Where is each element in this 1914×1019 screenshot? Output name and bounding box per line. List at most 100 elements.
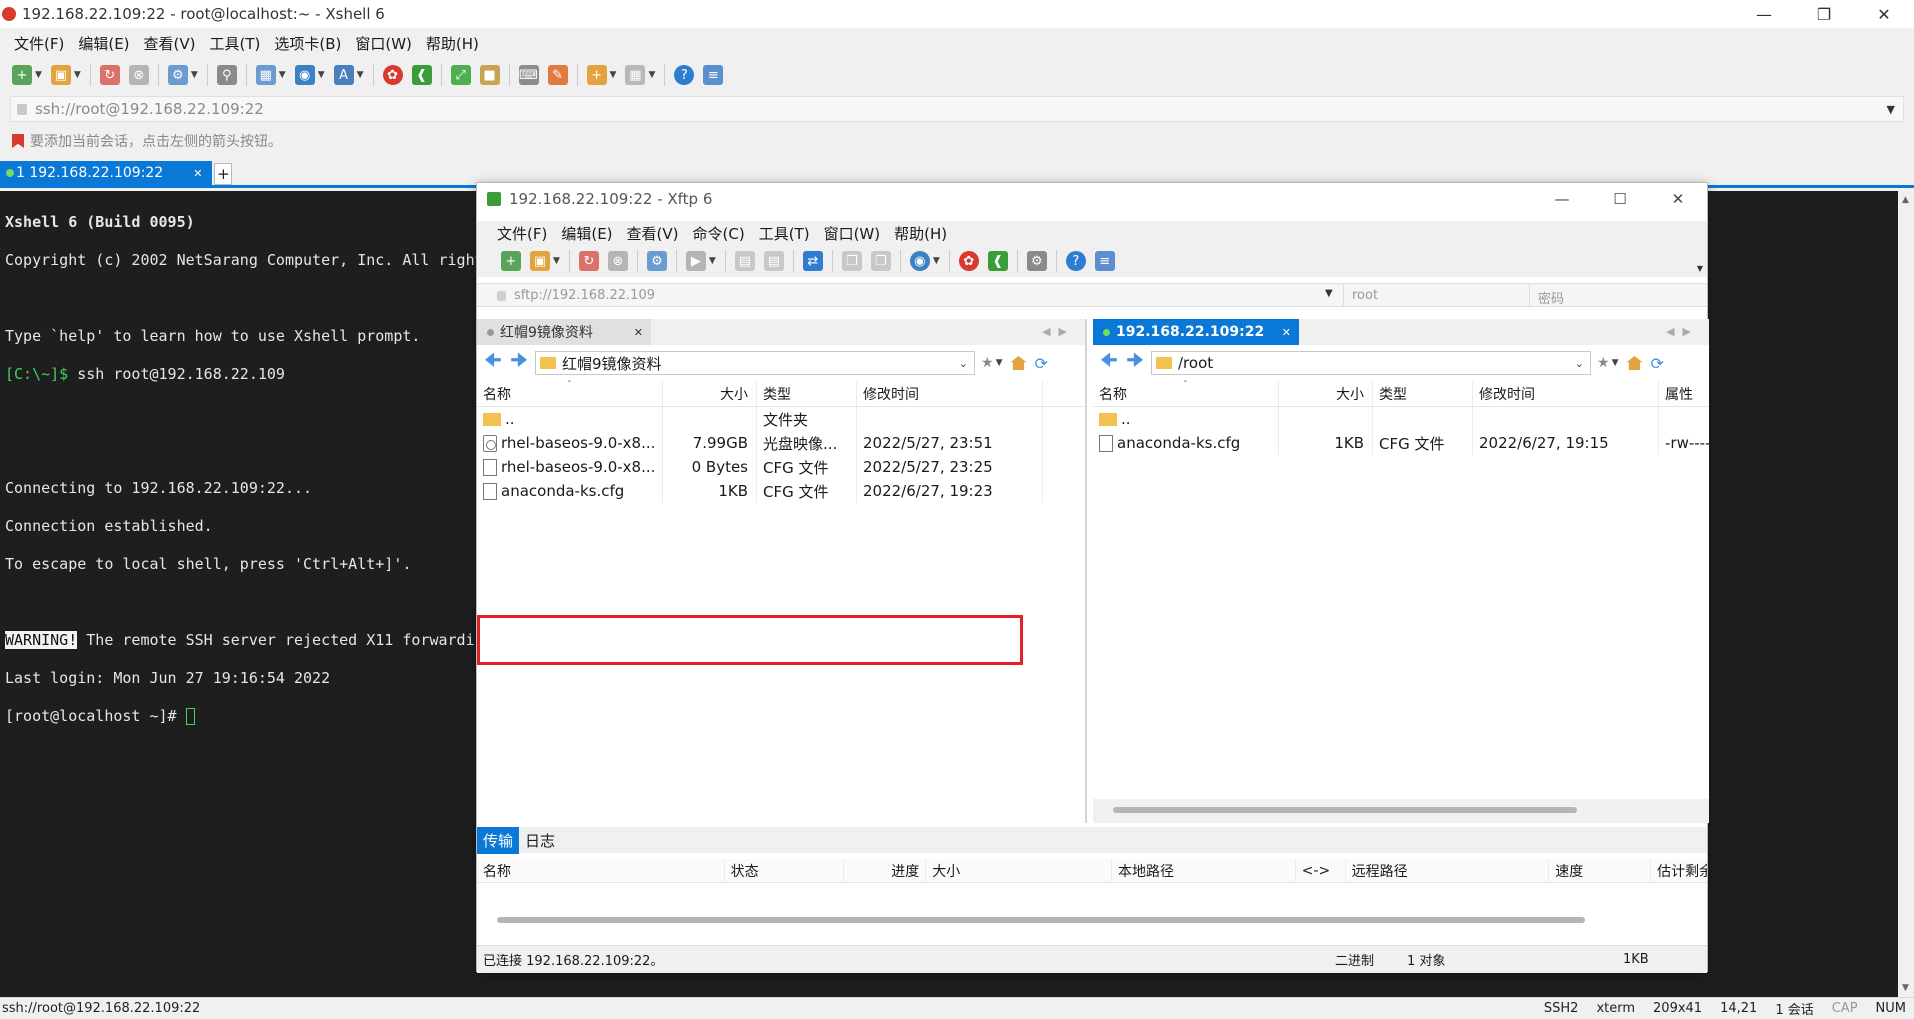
xftp-icon[interactable]: ❰ <box>411 65 432 85</box>
table-row[interactable]: rhel-baseos-9.0-x8... 0 Bytes CFG 文件 202… <box>477 455 1085 479</box>
table-row[interactable]: anaconda-ks.cfg 1KB CFG 文件 2022/6/27, 19… <box>1093 431 1709 455</box>
xftp-icon[interactable]: ❰ <box>987 251 1008 271</box>
paste-icon[interactable]: ❐ <box>870 251 891 271</box>
table-row[interactable]: rhel-baseos-9.0-x8... 7.99GB 光盘映像... 202… <box>477 431 1085 455</box>
home-icon[interactable] <box>1010 356 1027 370</box>
add-tab-button[interactable]: + <box>214 163 233 185</box>
new-session-icon[interactable]: + <box>501 251 521 271</box>
scroll-down-icon[interactable]: ▼ <box>1902 983 1909 993</box>
restore-icon[interactable]: ❐ <box>1794 0 1854 28</box>
tab-log[interactable]: 日志 <box>519 827 561 854</box>
chevron-down-icon[interactable]: ▼ <box>1697 264 1703 273</box>
disconnect-icon[interactable]: ⊗ <box>128 65 149 85</box>
chat-icon[interactable]: ≡ <box>703 65 724 85</box>
chevron-down-icon[interactable]: ▼ <box>35 70 42 80</box>
username-input[interactable]: root <box>1343 284 1529 306</box>
chevron-down-icon[interactable]: ⌄ <box>959 357 968 370</box>
chevron-down-icon[interactable]: ▼ <box>933 256 940 266</box>
new-session-icon[interactable]: + <box>12 65 32 85</box>
table-row[interactable]: .. <box>1093 407 1709 431</box>
minimize-icon[interactable]: — <box>1734 0 1794 28</box>
menu-file[interactable]: 文件(F) <box>14 33 64 54</box>
tab-transfers[interactable]: 传输 <box>477 826 520 854</box>
back-arrow-icon[interactable]: 🠈 <box>483 350 503 373</box>
chevron-down-icon[interactable]: ▼ <box>610 70 617 80</box>
layout-icon[interactable]: ▦ <box>255 65 276 85</box>
scroll-up-icon[interactable]: ▲ <box>1902 195 1909 205</box>
star-icon[interactable]: ★ <box>981 355 994 371</box>
menu-view[interactable]: 查看(V) <box>144 33 196 54</box>
menu-command[interactable]: 命令(C) <box>693 223 745 244</box>
reconnect-icon[interactable]: ↻ <box>578 251 599 271</box>
copy-icon[interactable]: ❐ <box>841 251 862 271</box>
menu-window[interactable]: 窗口(W) <box>355 33 412 54</box>
menu-help[interactable]: 帮助(H) <box>426 33 479 54</box>
col-type[interactable]: 类型 <box>1373 381 1473 406</box>
sync-icon[interactable]: ⇄ <box>802 251 823 271</box>
scroll-thumb[interactable] <box>1113 807 1577 813</box>
terminal-scrollbar[interactable]: ▲ ▼ <box>1898 191 1914 997</box>
properties-icon[interactable]: ⚙ <box>646 251 667 271</box>
compose-icon[interactable]: ✎ <box>547 65 568 85</box>
chevron-down-icon[interactable]: ▼ <box>318 70 325 80</box>
tab-scroll-icon[interactable]: ◀▶ <box>1042 325 1075 338</box>
chevron-down-icon[interactable]: ▼ <box>709 256 716 266</box>
col-name[interactable]: 名称 <box>477 859 725 882</box>
col-speed[interactable]: 速度 <box>1549 859 1652 882</box>
home-icon[interactable] <box>1626 356 1643 370</box>
file-icon[interactable]: ▤ <box>763 251 784 271</box>
col-progress[interactable]: 进度 <box>844 859 927 882</box>
chevron-down-icon[interactable]: ▼ <box>279 70 286 80</box>
star-icon[interactable]: ★ <box>1597 355 1610 371</box>
close-icon[interactable]: ✕ <box>1282 326 1291 339</box>
close-icon[interactable]: ✕ <box>1649 183 1707 215</box>
table-row[interactable]: .. 文件夹 <box>477 407 1085 431</box>
menu-tools[interactable]: 工具(T) <box>759 223 810 244</box>
chevron-down-icon[interactable]: ▼ <box>996 358 1003 368</box>
menu-tools[interactable]: 工具(T) <box>210 33 261 54</box>
col-direction[interactable]: <-> <box>1296 859 1346 882</box>
globe-icon[interactable]: ◉ <box>909 251 930 271</box>
horizontal-scrollbar[interactable] <box>1093 799 1709 823</box>
close-icon[interactable]: ✕ <box>634 326 643 339</box>
chevron-down-icon[interactable]: ▼ <box>74 70 81 80</box>
tile-icon[interactable]: ▦ <box>625 65 646 85</box>
col-eta[interactable]: 估计剩余 <box>1651 859 1707 882</box>
chevron-down-icon[interactable]: ▼ <box>1325 288 1333 299</box>
menu-edit[interactable]: 编辑(E) <box>561 223 612 244</box>
font-icon[interactable]: A <box>333 65 354 85</box>
menu-tabs[interactable]: 选项卡(B) <box>274 33 341 54</box>
reconnect-icon[interactable]: ↻ <box>99 65 120 85</box>
local-path-input[interactable]: 红帽9镜像资料 ⌄ <box>535 351 975 375</box>
col-size[interactable]: 大小 <box>663 381 757 406</box>
refresh-icon[interactable]: ⟳ <box>1650 354 1663 373</box>
open-folder-icon[interactable]: ▣ <box>50 65 71 85</box>
chevron-down-icon[interactable]: ▼ <box>648 70 655 80</box>
back-arrow-icon[interactable]: 🠈 <box>1099 350 1119 373</box>
chevron-down-icon[interactable]: ▼ <box>191 70 198 80</box>
chevron-down-icon[interactable]: ▼ <box>357 70 364 80</box>
remote-tab[interactable]: 192.168.22.109:22 ✕ <box>1093 319 1299 345</box>
password-input[interactable]: 密码 <box>1529 284 1709 307</box>
menu-view[interactable]: 查看(V) <box>627 223 679 244</box>
chat-icon[interactable]: ≡ <box>1094 251 1115 271</box>
chevron-down-icon[interactable]: ⌄ <box>1575 357 1584 370</box>
chevron-down-icon[interactable]: ▼ <box>1612 358 1619 368</box>
col-size[interactable]: 大小 <box>926 859 1112 882</box>
refresh-icon[interactable]: ⟳ <box>1034 354 1047 373</box>
col-type[interactable]: 类型 <box>757 381 857 406</box>
view-icon[interactable]: ▶ <box>685 251 706 271</box>
maximize-icon[interactable]: ☐ <box>1591 183 1649 215</box>
menu-help[interactable]: 帮助(H) <box>894 223 947 244</box>
keyboard-icon[interactable]: ⌨ <box>518 65 539 85</box>
xshell-icon[interactable]: ✿ <box>382 65 403 85</box>
bookmark-icon[interactable] <box>12 134 24 148</box>
fullscreen-icon[interactable]: ⤢ <box>450 65 471 85</box>
menu-window[interactable]: 窗口(W) <box>824 223 881 244</box>
menu-edit[interactable]: 编辑(E) <box>78 33 129 54</box>
gear-icon[interactable]: ⚙ <box>1026 251 1047 271</box>
session-tab[interactable]: 1 192.168.22.109:22 ✕ <box>0 161 213 185</box>
disconnect-icon[interactable]: ⊗ <box>607 251 628 271</box>
tab-scroll-icon[interactable]: ◀▶ <box>1666 325 1699 338</box>
col-modified[interactable]: 修改时间 <box>857 381 1043 406</box>
